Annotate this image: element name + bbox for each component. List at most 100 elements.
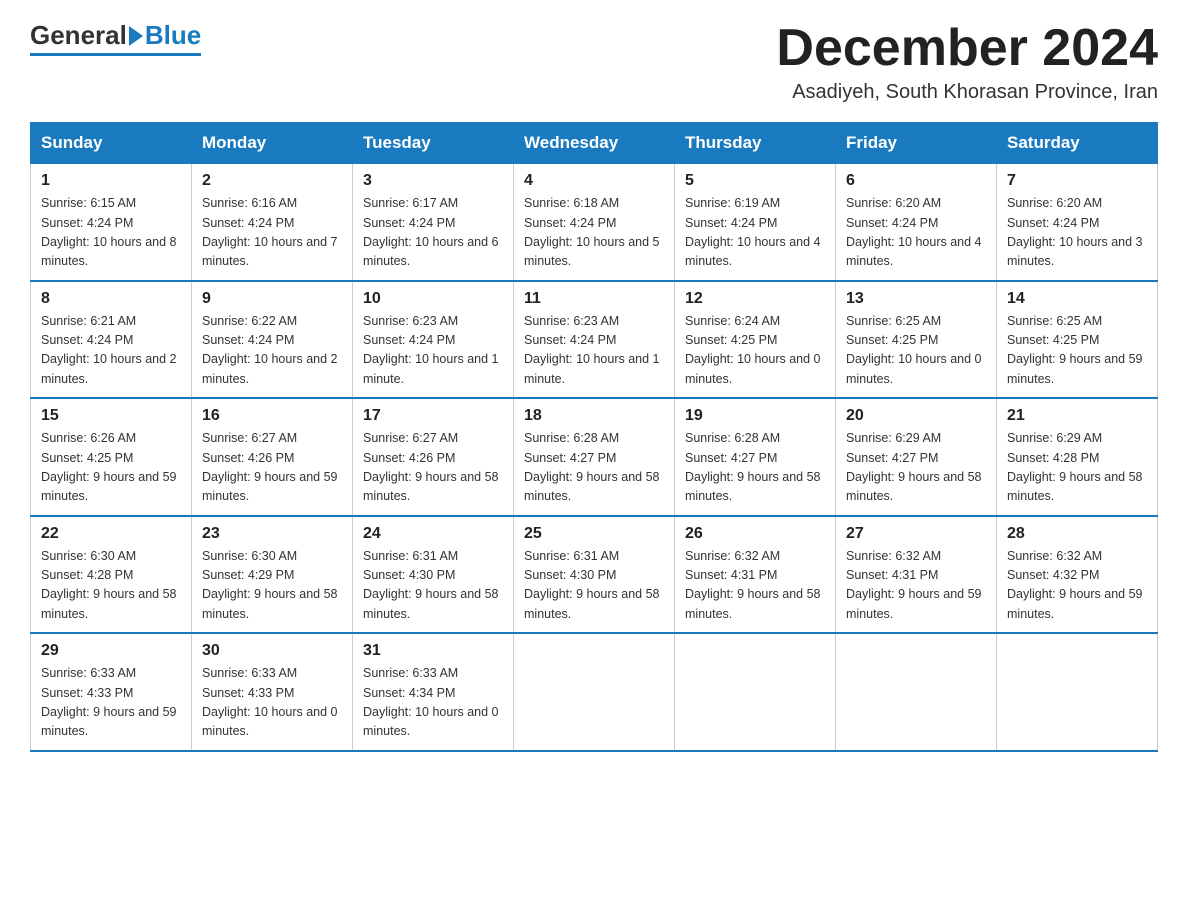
day-info: Sunrise: 6:27 AMSunset: 4:26 PMDaylight:… xyxy=(363,429,503,507)
day-number: 31 xyxy=(363,642,503,660)
header-cell-sunday: Sunday xyxy=(31,123,192,164)
day-cell: 24 Sunrise: 6:31 AMSunset: 4:30 PMDayligh… xyxy=(353,516,514,634)
title-block: December 2024 Asadiyeh, South Khorasan P… xyxy=(776,20,1158,104)
day-info: Sunrise: 6:28 AMSunset: 4:27 PMDaylight:… xyxy=(524,429,664,507)
day-number: 23 xyxy=(202,525,342,543)
day-info: Sunrise: 6:21 AMSunset: 4:24 PMDaylight:… xyxy=(41,312,181,390)
day-info: Sunrise: 6:29 AMSunset: 4:27 PMDaylight:… xyxy=(846,429,986,507)
day-info: Sunrise: 6:32 AMSunset: 4:31 PMDaylight:… xyxy=(846,547,986,625)
week-row-1: 1 Sunrise: 6:15 AMSunset: 4:24 PMDaylight… xyxy=(31,164,1158,281)
day-number: 18 xyxy=(524,407,664,425)
calendar-table: SundayMondayTuesdayWednesdayThursdayFrid… xyxy=(30,122,1158,752)
day-cell xyxy=(675,633,836,751)
day-info: Sunrise: 6:30 AMSunset: 4:28 PMDaylight:… xyxy=(41,547,181,625)
day-cell: 30 Sunrise: 6:33 AMSunset: 4:33 PMDayligh… xyxy=(192,633,353,751)
day-info: Sunrise: 6:33 AMSunset: 4:33 PMDaylight:… xyxy=(41,664,181,742)
day-number: 6 xyxy=(846,172,986,190)
day-info: Sunrise: 6:28 AMSunset: 4:27 PMDaylight:… xyxy=(685,429,825,507)
day-cell: 3 Sunrise: 6:17 AMSunset: 4:24 PMDaylight… xyxy=(353,164,514,281)
day-cell: 8 Sunrise: 6:21 AMSunset: 4:24 PMDaylight… xyxy=(31,281,192,399)
day-cell: 5Sunrise: 6:19 AMSunset: 4:24 PMDaylight… xyxy=(675,164,836,281)
day-cell xyxy=(997,633,1158,751)
day-number: 9 xyxy=(202,290,342,308)
day-cell: 26Sunrise: 6:32 AMSunset: 4:31 PMDayligh… xyxy=(675,516,836,634)
day-number: 5 xyxy=(685,172,825,190)
week-row-4: 22 Sunrise: 6:30 AMSunset: 4:28 PMDayligh… xyxy=(31,516,1158,634)
day-number: 30 xyxy=(202,642,342,660)
day-info: Sunrise: 6:23 AMSunset: 4:24 PMDaylight:… xyxy=(524,312,664,390)
day-info: Sunrise: 6:27 AMSunset: 4:26 PMDaylight:… xyxy=(202,429,342,507)
header-cell-monday: Monday xyxy=(192,123,353,164)
day-info: Sunrise: 6:31 AMSunset: 4:30 PMDaylight:… xyxy=(363,547,503,625)
day-info: Sunrise: 6:15 AMSunset: 4:24 PMDaylight:… xyxy=(41,194,181,272)
week-row-2: 8 Sunrise: 6:21 AMSunset: 4:24 PMDaylight… xyxy=(31,281,1158,399)
day-number: 17 xyxy=(363,407,503,425)
header-cell-saturday: Saturday xyxy=(997,123,1158,164)
day-number: 24 xyxy=(363,525,503,543)
day-cell: 2 Sunrise: 6:16 AMSunset: 4:24 PMDaylight… xyxy=(192,164,353,281)
logo-general-text: General xyxy=(30,20,127,51)
day-cell: 6 Sunrise: 6:20 AMSunset: 4:24 PMDaylight… xyxy=(836,164,997,281)
logo-arrow-icon xyxy=(129,26,143,46)
day-number: 8 xyxy=(41,290,181,308)
day-number: 15 xyxy=(41,407,181,425)
day-info: Sunrise: 6:26 AMSunset: 4:25 PMDaylight:… xyxy=(41,429,181,507)
logo-text: General Blue xyxy=(30,20,201,51)
day-info: Sunrise: 6:16 AMSunset: 4:24 PMDaylight:… xyxy=(202,194,342,272)
day-info: Sunrise: 6:31 AMSunset: 4:30 PMDaylight:… xyxy=(524,547,664,625)
day-number: 13 xyxy=(846,290,986,308)
day-number: 3 xyxy=(363,172,503,190)
day-info: Sunrise: 6:20 AMSunset: 4:24 PMDaylight:… xyxy=(846,194,986,272)
header-cell-tuesday: Tuesday xyxy=(353,123,514,164)
day-info: Sunrise: 6:25 AMSunset: 4:25 PMDaylight:… xyxy=(1007,312,1147,390)
day-cell: 17 Sunrise: 6:27 AMSunset: 4:26 PMDayligh… xyxy=(353,398,514,516)
day-cell: 13 Sunrise: 6:25 AMSunset: 4:25 PMDayligh… xyxy=(836,281,997,399)
day-number: 16 xyxy=(202,407,342,425)
day-info: Sunrise: 6:32 AMSunset: 4:31 PMDaylight:… xyxy=(685,547,825,625)
day-number: 10 xyxy=(363,290,503,308)
page-header: General Blue December 2024 Asadiyeh, Sou… xyxy=(30,20,1158,104)
day-info: Sunrise: 6:33 AMSunset: 4:33 PMDaylight:… xyxy=(202,664,342,742)
day-cell: 23 Sunrise: 6:30 AMSunset: 4:29 PMDayligh… xyxy=(192,516,353,634)
day-info: Sunrise: 6:30 AMSunset: 4:29 PMDaylight:… xyxy=(202,547,342,625)
day-number: 25 xyxy=(524,525,664,543)
header-cell-wednesday: Wednesday xyxy=(514,123,675,164)
day-cell: 22 Sunrise: 6:30 AMSunset: 4:28 PMDayligh… xyxy=(31,516,192,634)
day-info: Sunrise: 6:25 AMSunset: 4:25 PMDaylight:… xyxy=(846,312,986,390)
day-number: 4 xyxy=(524,172,664,190)
header-row: SundayMondayTuesdayWednesdayThursdayFrid… xyxy=(31,123,1158,164)
day-number: 2 xyxy=(202,172,342,190)
day-info: Sunrise: 6:17 AMSunset: 4:24 PMDaylight:… xyxy=(363,194,503,272)
day-info: Sunrise: 6:23 AMSunset: 4:24 PMDaylight:… xyxy=(363,312,503,390)
day-info: Sunrise: 6:20 AMSunset: 4:24 PMDaylight:… xyxy=(1007,194,1147,272)
day-cell: 21Sunrise: 6:29 AMSunset: 4:28 PMDayligh… xyxy=(997,398,1158,516)
logo-underline xyxy=(30,53,201,56)
day-number: 11 xyxy=(524,290,664,308)
day-cell: 10 Sunrise: 6:23 AMSunset: 4:24 PMDayligh… xyxy=(353,281,514,399)
day-number: 19 xyxy=(685,407,825,425)
day-cell: 31Sunrise: 6:33 AMSunset: 4:34 PMDayligh… xyxy=(353,633,514,751)
day-number: 29 xyxy=(41,642,181,660)
day-number: 22 xyxy=(41,525,181,543)
day-cell: 12 Sunrise: 6:24 AMSunset: 4:25 PMDayligh… xyxy=(675,281,836,399)
day-cell: 1 Sunrise: 6:15 AMSunset: 4:24 PMDaylight… xyxy=(31,164,192,281)
day-cell: 16 Sunrise: 6:27 AMSunset: 4:26 PMDayligh… xyxy=(192,398,353,516)
day-cell: 28Sunrise: 6:32 AMSunset: 4:32 PMDayligh… xyxy=(997,516,1158,634)
day-number: 12 xyxy=(685,290,825,308)
day-cell: 18 Sunrise: 6:28 AMSunset: 4:27 PMDayligh… xyxy=(514,398,675,516)
day-info: Sunrise: 6:24 AMSunset: 4:25 PMDaylight:… xyxy=(685,312,825,390)
day-number: 27 xyxy=(846,525,986,543)
day-cell: 20 Sunrise: 6:29 AMSunset: 4:27 PMDayligh… xyxy=(836,398,997,516)
calendar-header: SundayMondayTuesdayWednesdayThursdayFrid… xyxy=(31,123,1158,164)
day-info: Sunrise: 6:18 AMSunset: 4:24 PMDaylight:… xyxy=(524,194,664,272)
day-cell: 4 Sunrise: 6:18 AMSunset: 4:24 PMDaylight… xyxy=(514,164,675,281)
day-number: 20 xyxy=(846,407,986,425)
day-cell: 14Sunrise: 6:25 AMSunset: 4:25 PMDayligh… xyxy=(997,281,1158,399)
month-year-title: December 2024 xyxy=(776,20,1158,77)
day-cell: 25 Sunrise: 6:31 AMSunset: 4:30 PMDayligh… xyxy=(514,516,675,634)
day-number: 1 xyxy=(41,172,181,190)
calendar-body: 1 Sunrise: 6:15 AMSunset: 4:24 PMDaylight… xyxy=(31,164,1158,751)
day-cell xyxy=(514,633,675,751)
day-cell: 27 Sunrise: 6:32 AMSunset: 4:31 PMDayligh… xyxy=(836,516,997,634)
location-subtitle: Asadiyeh, South Khorasan Province, Iran xyxy=(776,81,1158,104)
